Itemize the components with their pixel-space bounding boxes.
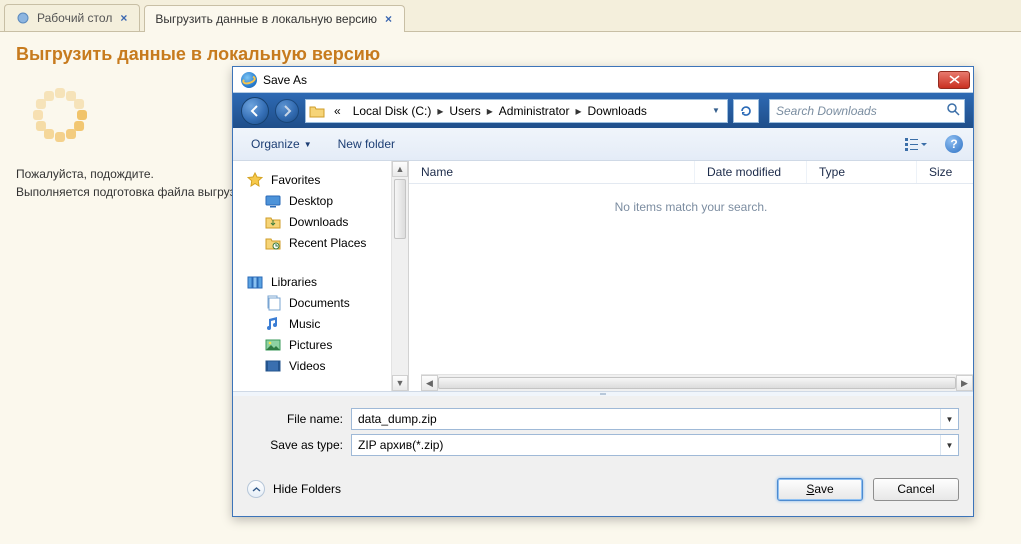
col-size[interactable]: Size (917, 161, 973, 183)
videos-icon (265, 358, 281, 374)
tree-label: Recent Places (289, 236, 366, 250)
folder-icon (306, 104, 328, 118)
save-rest: ave (814, 482, 833, 496)
chevron-down-icon[interactable]: ▼ (940, 409, 958, 429)
scroll-left-icon[interactable]: ◀ (421, 375, 438, 391)
tree-node-documents[interactable]: Documents (247, 292, 391, 313)
tab-desktop[interactable]: Рабочий стол × (4, 4, 140, 31)
breadcrumb-items: « Local Disk (C:) ▸ Users ▸ Administrato… (328, 104, 705, 118)
tree-label: Downloads (289, 215, 348, 229)
breadcrumb-item[interactable]: Downloads (582, 104, 653, 118)
tree-node-videos[interactable]: Videos (247, 355, 391, 376)
type-field[interactable] (352, 438, 940, 452)
music-icon (265, 316, 281, 332)
organize-label: Organize (251, 137, 300, 151)
scroll-right-icon[interactable]: ▶ (956, 375, 973, 391)
search-icon (946, 102, 960, 119)
scroll-down-icon[interactable]: ▼ (392, 375, 408, 391)
col-type[interactable]: Type (807, 161, 917, 183)
tree-node-pictures[interactable]: Pictures (247, 334, 391, 355)
scroll-thumb[interactable] (438, 377, 956, 389)
close-icon[interactable]: × (118, 11, 129, 25)
tree-label: Documents (289, 296, 350, 310)
documents-icon (265, 295, 281, 311)
save-button[interactable]: Save (777, 478, 863, 501)
tree-label: Music (289, 317, 320, 331)
scroll-thumb[interactable] (394, 179, 406, 239)
forward-button[interactable] (275, 99, 299, 123)
filename-label: File name: (247, 412, 351, 426)
star-icon (247, 172, 263, 188)
desktop-icon (15, 10, 31, 26)
hide-folders-button[interactable]: Hide Folders (247, 480, 341, 498)
breadcrumb[interactable]: « Local Disk (C:) ▸ Users ▸ Administrato… (305, 99, 728, 123)
tree-label: Libraries (271, 275, 317, 289)
dialog-title: Save As (263, 73, 932, 87)
filename-input[interactable]: ▼ (351, 408, 959, 430)
col-name[interactable]: Name (409, 161, 695, 183)
empty-message: No items match your search. (409, 184, 973, 374)
page-title: Выгрузить данные в локальную версию (16, 44, 1021, 65)
chevron-down-icon[interactable]: ▼ (705, 100, 727, 122)
type-label: Save as type: (247, 438, 351, 452)
search-field[interactable] (774, 103, 946, 119)
type-select[interactable]: ▼ (351, 434, 959, 456)
downloads-icon (265, 214, 281, 230)
titlebar: Save As (233, 67, 973, 93)
tab-label: Рабочий стол (37, 11, 112, 25)
column-headers: Name Date modified Type Size (409, 161, 973, 184)
navbar: « Local Disk (C:) ▸ Users ▸ Administrato… (233, 93, 973, 128)
back-button[interactable] (241, 97, 269, 125)
search-input[interactable] (769, 99, 965, 123)
tree-favorites[interactable]: Favorites (247, 169, 391, 190)
chevron-up-icon (247, 480, 265, 498)
tree-node-music[interactable]: Music (247, 313, 391, 334)
save-as-dialog: Save As « Local Disk (C:) ▸ Users ▸ Admi… (232, 66, 974, 517)
tree-scrollbar[interactable]: ▲ ▼ (391, 161, 409, 391)
help-button[interactable]: ? (945, 135, 963, 153)
chevron-down-icon: ▼ (304, 140, 312, 149)
horizontal-scrollbar[interactable]: ◀ ▶ (421, 374, 973, 391)
ie-icon (241, 72, 257, 88)
tree-label: Pictures (289, 338, 332, 352)
footer: Hide Folders Save Cancel (233, 464, 973, 516)
col-date[interactable]: Date modified (695, 161, 807, 183)
tree-node-desktop[interactable]: Desktop (247, 190, 391, 211)
scroll-up-icon[interactable]: ▲ (392, 161, 408, 177)
view-mode-button[interactable] (901, 134, 931, 154)
breadcrumb-item[interactable]: Local Disk (C:) (347, 104, 438, 118)
breadcrumb-prefix[interactable]: « (328, 104, 347, 118)
app-tabs: Рабочий стол × Выгрузить данные в локаль… (0, 0, 1021, 32)
folder-tree: Favorites Desktop Downloads (233, 161, 391, 391)
tree-libraries[interactable]: Libraries (247, 271, 391, 292)
refresh-button[interactable] (733, 99, 759, 123)
recent-icon (265, 235, 281, 251)
organize-menu[interactable]: Organize ▼ (251, 137, 312, 151)
dialog-body: Favorites Desktop Downloads (233, 161, 973, 392)
filename-field[interactable] (352, 412, 940, 426)
cancel-label: Cancel (897, 482, 934, 496)
toolbar: Organize ▼ New folder ? (233, 128, 973, 161)
file-list: Name Date modified Type Size No items ma… (409, 161, 973, 391)
tab-label: Выгрузить данные в локальную версию (155, 12, 377, 26)
cancel-button[interactable]: Cancel (873, 478, 959, 501)
close-button[interactable] (938, 71, 970, 89)
hide-folders-label: Hide Folders (273, 482, 341, 496)
tree-node-recent[interactable]: Recent Places (247, 232, 391, 253)
breadcrumb-item[interactable]: Users (443, 104, 486, 118)
tree-node-downloads[interactable]: Downloads (247, 211, 391, 232)
new-folder-button[interactable]: New folder (338, 137, 395, 151)
tree-label: Desktop (289, 194, 333, 208)
breadcrumb-item[interactable]: Administrator (493, 104, 576, 118)
tree-label: Videos (289, 359, 325, 373)
desktop-icon (265, 193, 281, 209)
close-icon[interactable]: × (383, 12, 394, 26)
libraries-icon (247, 274, 263, 290)
tree-label: Favorites (271, 173, 320, 187)
chevron-down-icon[interactable]: ▼ (940, 435, 958, 455)
tab-export[interactable]: Выгрузить данные в локальную версию × (144, 5, 405, 32)
pictures-icon (265, 337, 281, 353)
spinner-icon (30, 85, 90, 145)
fields: File name: ▼ Save as type: ▼ (233, 396, 973, 464)
